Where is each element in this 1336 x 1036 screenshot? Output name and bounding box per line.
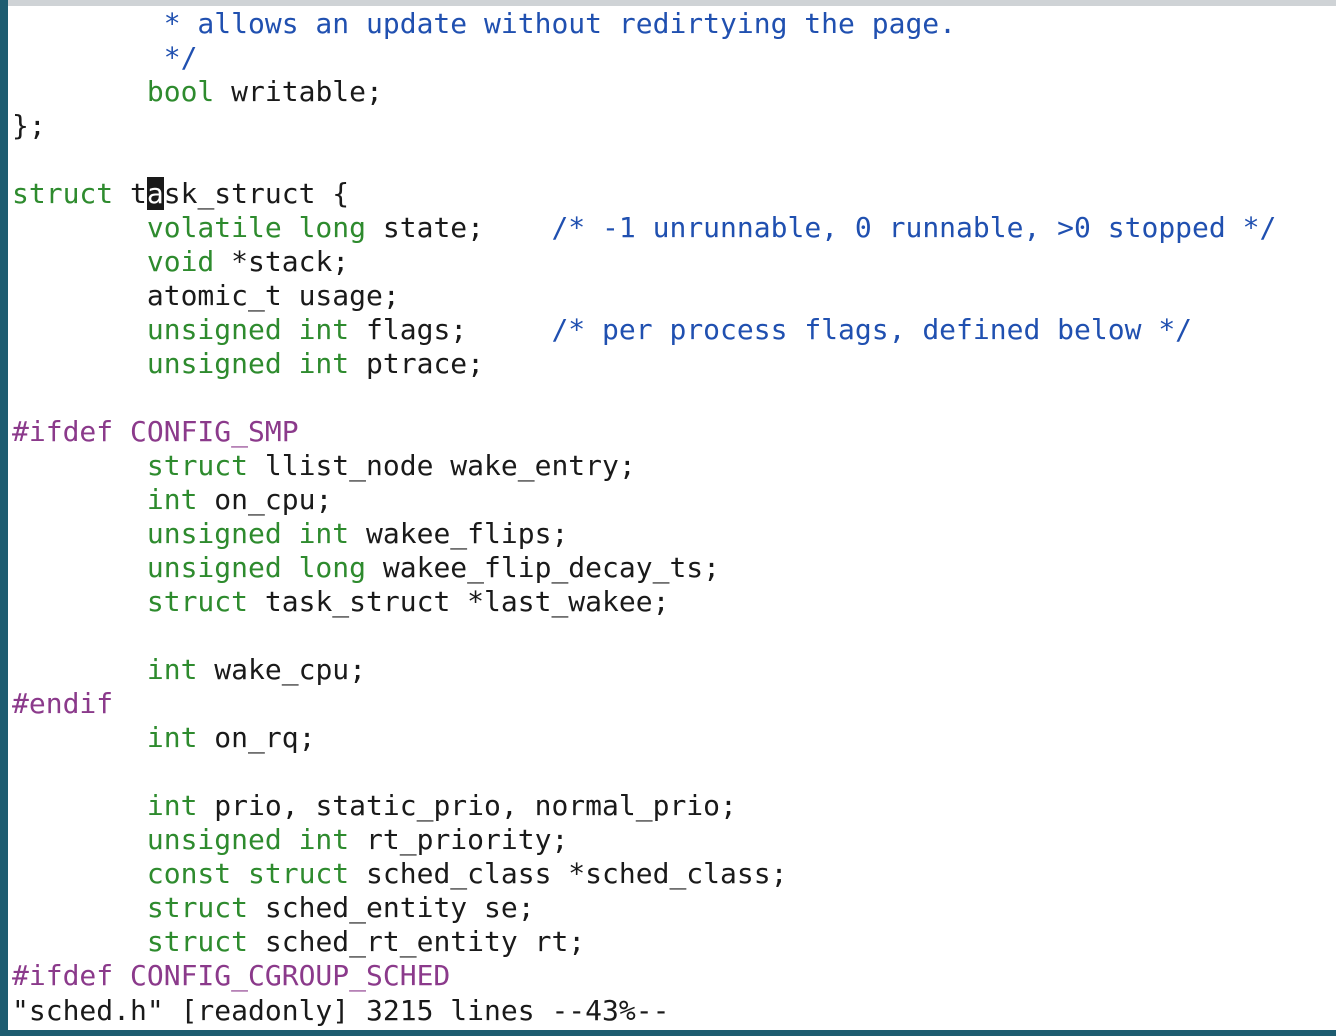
code-line[interactable]: bool writable; (12, 75, 1336, 109)
code-line[interactable]: const struct sched_class *sched_class; (12, 857, 1336, 891)
code-token: llist_node wake_entry; (248, 449, 636, 482)
code-token: unsigned int (146, 313, 350, 346)
code-token: int (146, 721, 198, 754)
code-token: unsigned long (146, 551, 367, 584)
code-token: * allows an update without redirtying th… (12, 7, 957, 40)
code-token: wake_cpu; (197, 653, 367, 686)
code-line[interactable] (12, 143, 1336, 177)
code-line[interactable]: int on_cpu; (12, 483, 1336, 517)
code-token: bool (146, 75, 215, 108)
code-token: sk_struct { (163, 177, 350, 210)
code-line[interactable]: int on_rq; (12, 721, 1336, 755)
code-token: sched_entity se; (248, 891, 535, 924)
vim-editor-buffer[interactable]: * allows an update without redirtying th… (12, 7, 1336, 993)
code-token: flags; (349, 313, 552, 346)
code-token: }; (12, 109, 46, 142)
code-token: */ (12, 41, 198, 74)
code-token: t (113, 177, 147, 210)
code-token: wakee_flips; (349, 517, 569, 550)
code-token: /* -1 unrunnable, 0 runnable, >0 stopped… (551, 211, 1277, 244)
code-line[interactable]: int prio, static_prio, normal_prio; (12, 789, 1336, 823)
code-line[interactable] (12, 619, 1336, 653)
code-token: int (146, 789, 198, 822)
code-line[interactable]: #ifdef CONFIG_SMP (12, 415, 1336, 449)
code-line[interactable]: */ (12, 41, 1336, 75)
code-token: rt_priority; (349, 823, 569, 856)
code-line[interactable]: int wake_cpu; (12, 653, 1336, 687)
code-token: on_cpu; (197, 483, 333, 516)
code-line[interactable]: void *stack; (12, 245, 1336, 279)
code-token: /* per process flags, defined below */ (551, 313, 1193, 346)
code-token: int (146, 653, 198, 686)
code-token: atomic_t usage; (12, 279, 400, 312)
code-line[interactable]: * allows an update without redirtying th… (12, 7, 1336, 41)
code-line[interactable]: }; (12, 109, 1336, 143)
code-line[interactable]: unsigned int flags; /* per process flags… (12, 313, 1336, 347)
code-line[interactable]: struct task_struct { (12, 177, 1336, 211)
text-cursor: a (146, 177, 164, 210)
code-line[interactable]: unsigned int wakee_flips; (12, 517, 1336, 551)
code-line[interactable]: struct sched_rt_entity rt; (12, 925, 1336, 959)
code-token: const struct (146, 857, 350, 890)
code-token: task_struct *last_wakee; (248, 585, 670, 618)
code-line[interactable]: unsigned int rt_priority; (12, 823, 1336, 857)
code-token: struct (12, 177, 114, 210)
code-token: writable; (214, 75, 383, 108)
code-token: struct (146, 925, 249, 958)
code-line[interactable]: struct task_struct *last_wakee; (12, 585, 1336, 619)
terminal-window: * allows an update without redirtying th… (0, 0, 1336, 1036)
code-token: *stack; (214, 245, 350, 278)
code-line[interactable]: #ifdef CONFIG_CGROUP_SCHED (12, 959, 1336, 993)
code-token: #endif (12, 687, 114, 720)
code-line[interactable]: struct sched_entity se; (12, 891, 1336, 925)
code-token: ptrace; (349, 347, 485, 380)
code-token: struct (146, 585, 249, 618)
code-token: on_rq; (197, 721, 316, 754)
desktop-edge-bottom (0, 1030, 1336, 1036)
code-token: state; (366, 211, 552, 244)
desktop-edge-left (0, 0, 8, 1036)
code-line[interactable]: volatile long state; /* -1 unrunnable, 0… (12, 211, 1336, 245)
code-token: wakee_flip_decay_ts; (366, 551, 721, 584)
code-token: sched_rt_entity rt; (248, 925, 586, 958)
code-line[interactable]: unsigned int ptrace; (12, 347, 1336, 381)
vim-status-line: "sched.h" [readonly] 3215 lines --43%-- (12, 994, 670, 1027)
code-token: prio, static_prio, normal_prio; (197, 789, 737, 822)
code-token: int (146, 483, 198, 516)
code-line[interactable]: struct llist_node wake_entry; (12, 449, 1336, 483)
code-token: #ifdef CONFIG_SMP (12, 415, 299, 448)
code-token: struct (146, 891, 249, 924)
window-top-border (8, 0, 1336, 6)
code-line[interactable] (12, 381, 1336, 415)
code-line[interactable] (12, 755, 1336, 789)
code-line[interactable]: #endif (12, 687, 1336, 721)
code-token: unsigned int (146, 517, 350, 550)
code-token: #ifdef CONFIG_CGROUP_SCHED (12, 959, 451, 992)
code-token: void (146, 245, 215, 278)
code-token: volatile long (146, 211, 367, 244)
code-line[interactable]: atomic_t usage; (12, 279, 1336, 313)
code-token: sched_class *sched_class; (349, 857, 788, 890)
code-token: struct (146, 449, 249, 482)
code-token: unsigned int (146, 347, 350, 380)
code-line[interactable]: unsigned long wakee_flip_decay_ts; (12, 551, 1336, 585)
code-token: unsigned int (146, 823, 350, 856)
